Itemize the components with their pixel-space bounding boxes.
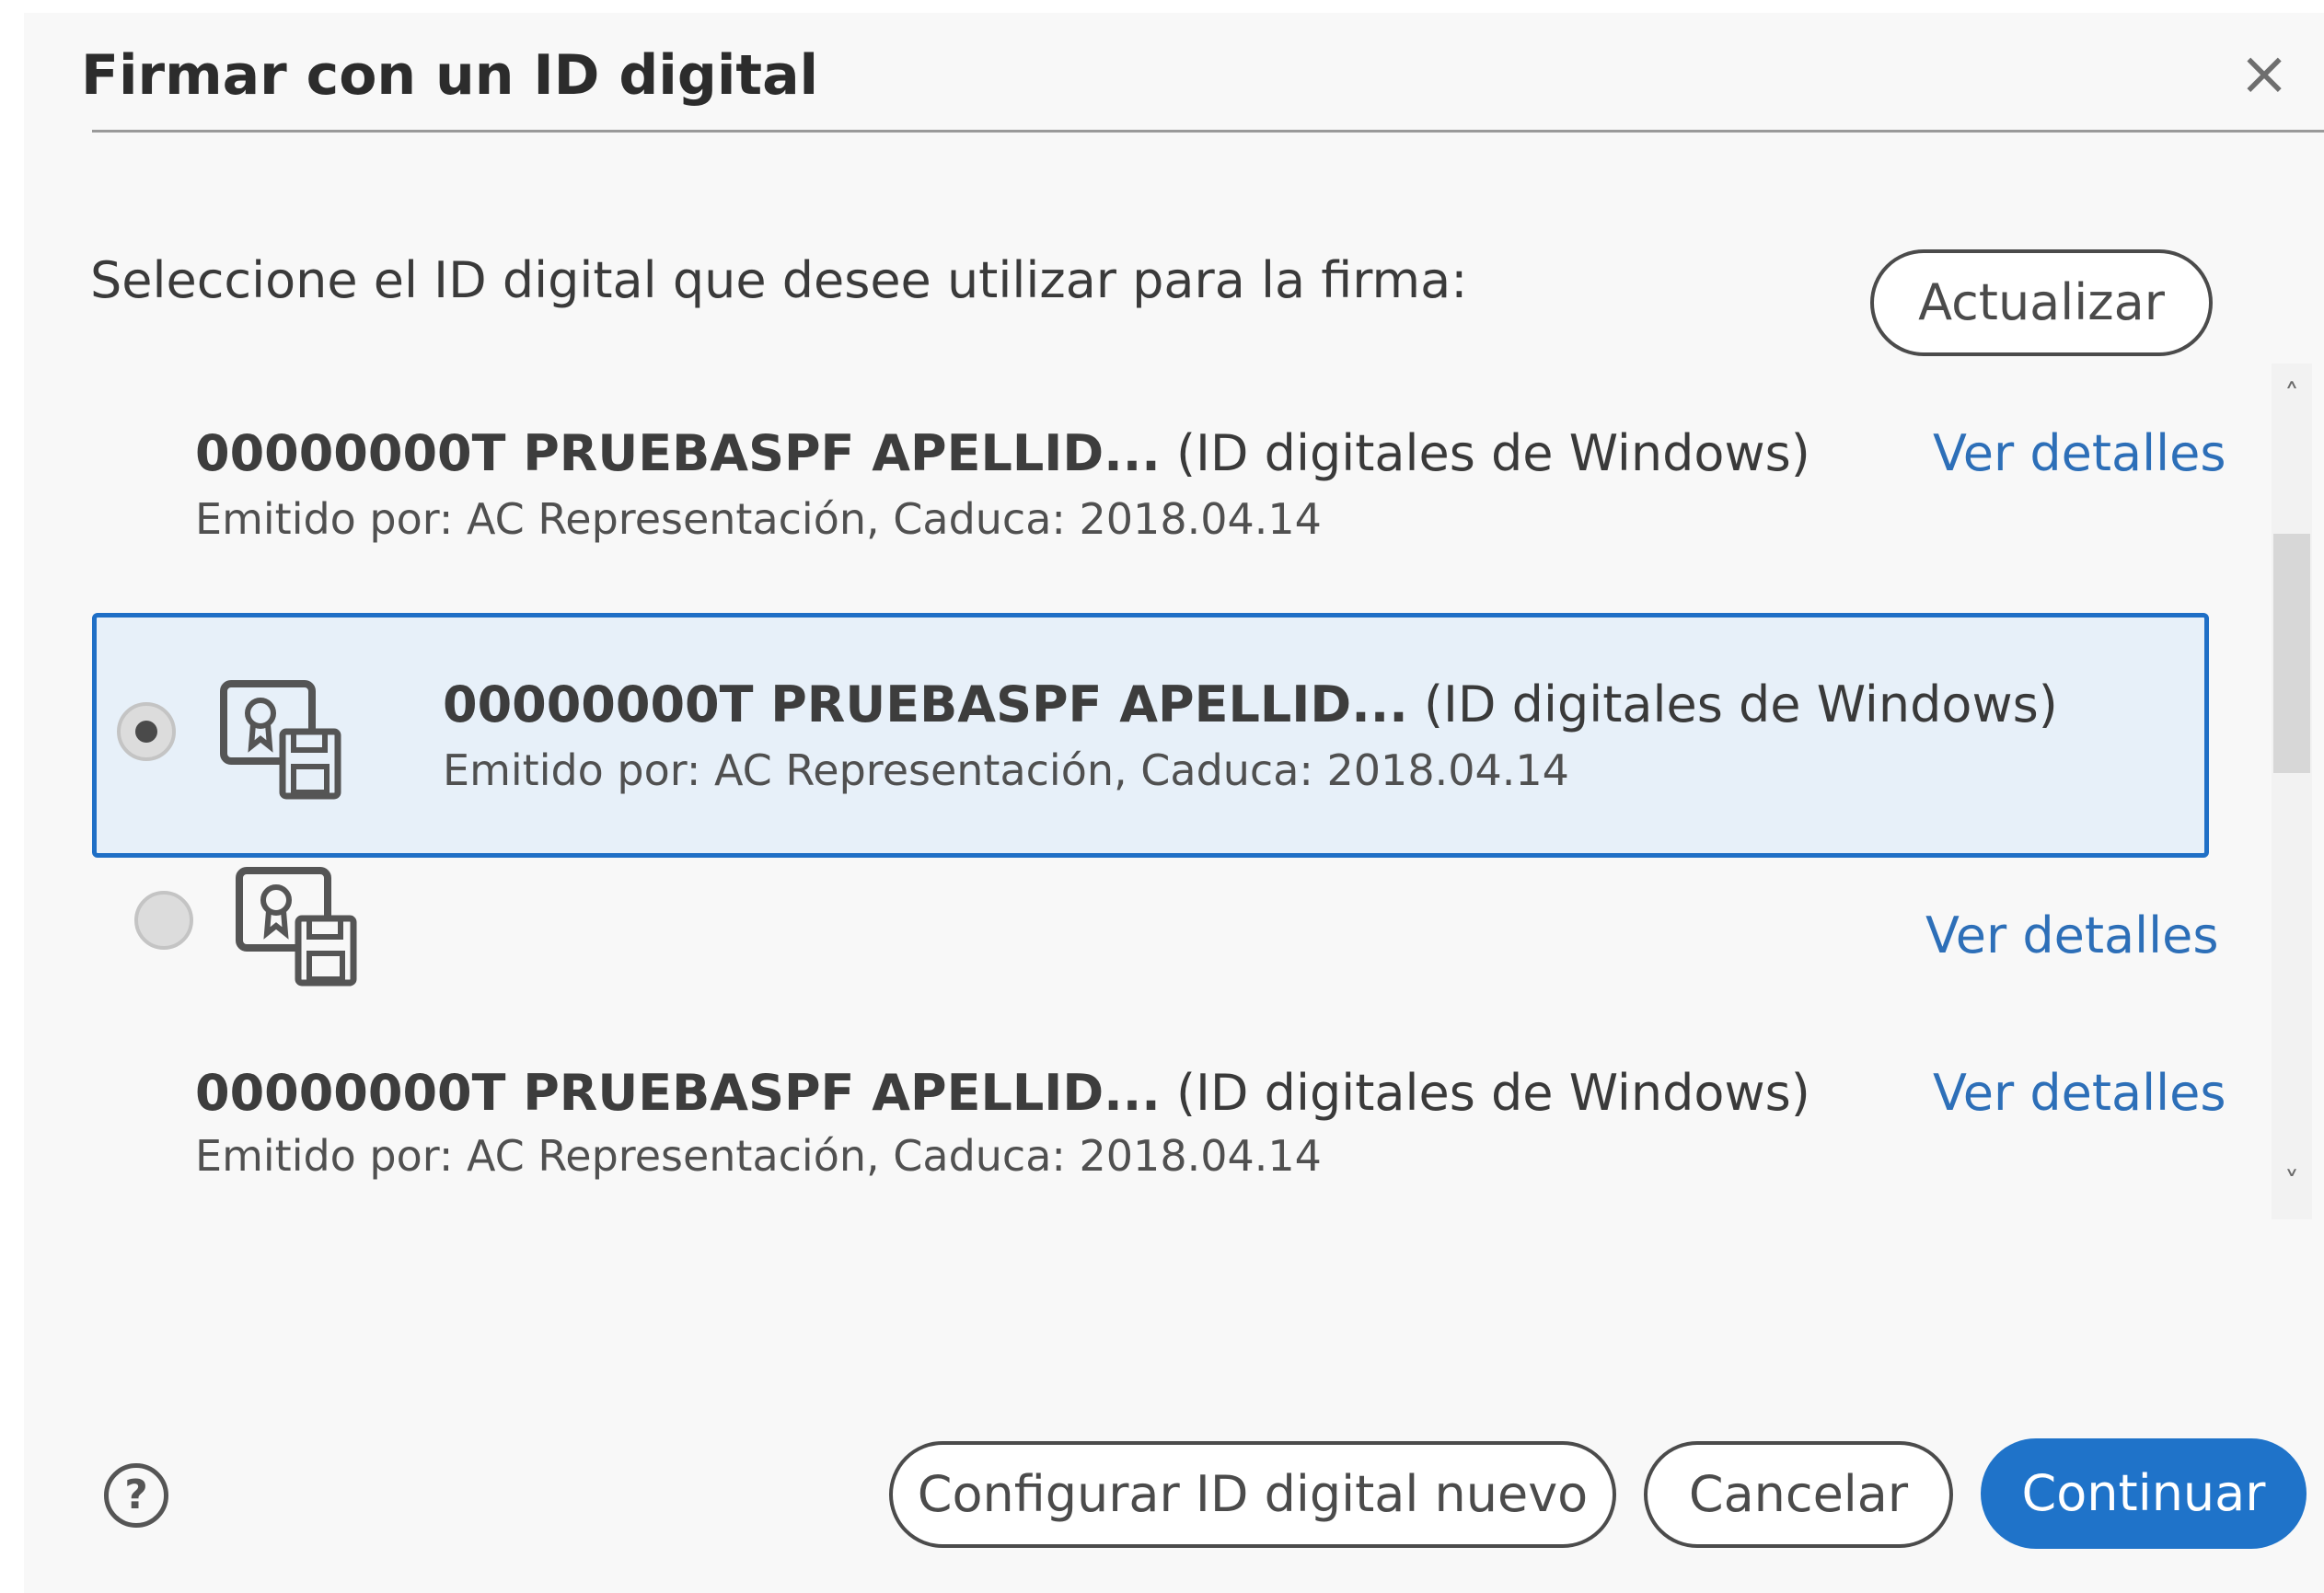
view-details-link[interactable]: Ver detalles [1933, 1061, 2226, 1125]
scroll-down-icon[interactable]: ˅ [2272, 1164, 2312, 1201]
id-source: (ID digitales de Windows) [1175, 424, 1810, 482]
continue-button[interactable]: Continuar [1981, 1438, 2307, 1549]
dialog-title: Firmar con un ID digital [81, 43, 819, 108]
id-source: (ID digitales de Windows) [1175, 1064, 1810, 1122]
id-issued-info: Emitido por: AC Representación, Caduca: … [195, 1131, 1322, 1181]
scroll-up-icon[interactable]: ˄ [2272, 376, 2312, 413]
id-source: (ID digitales de Windows) [1423, 675, 2058, 733]
help-icon[interactable]: ? [104, 1463, 168, 1528]
selected-id-item[interactable]: 00000000T PRUEBASPF APELLID... (ID digit… [92, 613, 2209, 858]
id-list-item[interactable]: 00000000T PRUEBASPF APELLID... (ID digit… [195, 1061, 1810, 1125]
view-details-link[interactable]: Ver detalles [1925, 904, 2218, 968]
id-list-item[interactable]: 00000000T PRUEBASPF APELLID... (ID digit… [195, 421, 1810, 486]
view-details-link[interactable]: Ver detalles [1933, 421, 2226, 486]
select-id-prompt: Seleccione el ID digital que desee utili… [90, 251, 1468, 309]
scroll-thumb[interactable] [2273, 534, 2310, 773]
digital-id-list[interactable]: 00000000T PRUEBASPF APELLID... (ID digit… [92, 359, 2288, 1224]
title-divider [92, 130, 2324, 133]
id-name: 00000000T PRUEBASPF APELLID... [443, 675, 1408, 733]
configure-new-id-button[interactable]: Configurar ID digital nuevo [889, 1441, 1616, 1548]
cancel-button[interactable]: Cancelar [1644, 1441, 1953, 1548]
id-name: 00000000T PRUEBASPF APELLID... [195, 424, 1161, 482]
sign-dialog: Firmar con un ID digital × Seleccione el… [24, 13, 2324, 1593]
id-issued-info: Emitido por: AC Representación, Caduca: … [195, 494, 1322, 544]
certificate-icon [236, 867, 357, 987]
id-name-line: 00000000T PRUEBASPF APELLID... (ID digit… [443, 673, 2058, 737]
list-scrollbar[interactable]: ˄ ˅ [2272, 364, 2312, 1219]
certificate-icon [220, 680, 341, 800]
close-icon[interactable]: × [2232, 37, 2296, 110]
refresh-button[interactable]: Actualizar [1870, 249, 2213, 356]
id-name: 00000000T PRUEBASPF APELLID... [195, 1064, 1161, 1122]
id-radio-selected[interactable] [117, 702, 176, 761]
id-radio[interactable] [134, 891, 193, 950]
id-issued-info: Emitido por: AC Representación, Caduca: … [443, 745, 1569, 795]
